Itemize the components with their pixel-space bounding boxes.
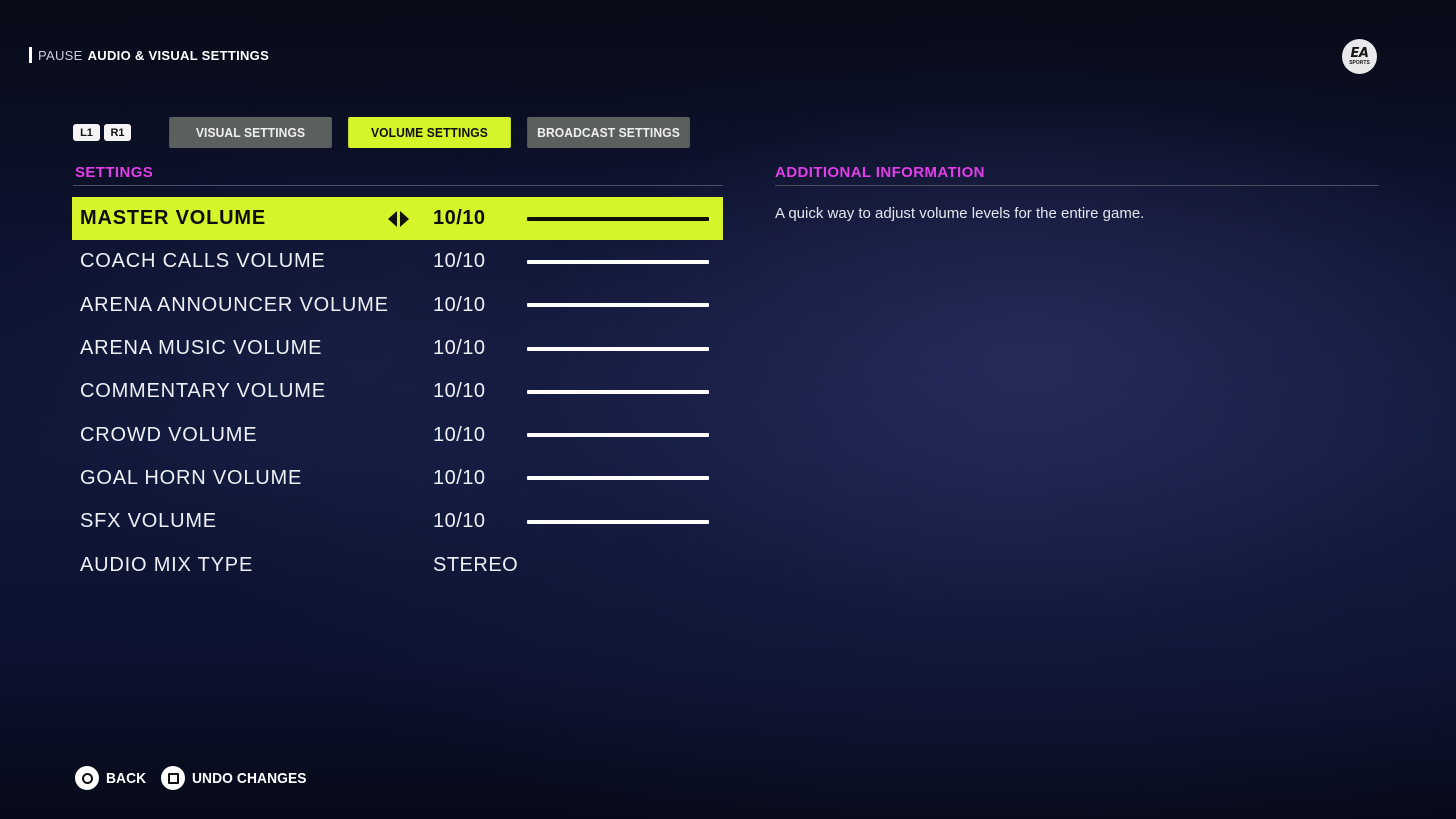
- setting-label: MASTER VOLUME: [80, 207, 266, 230]
- volume-slider[interactable]: [527, 519, 709, 524]
- setting-row-sfx-volume[interactable]: SFX VOLUME 10/10: [72, 500, 723, 543]
- setting-row-crowd-volume[interactable]: CROWD VOLUME 10/10: [72, 413, 723, 456]
- r1-bumper-icon[interactable]: R1: [104, 124, 131, 141]
- setting-label: COACH CALLS VOLUME: [80, 250, 326, 273]
- setting-label: GOAL HORN VOLUME: [80, 466, 303, 489]
- arrow-right-icon[interactable]: [400, 210, 409, 227]
- setting-row-coach-calls-volume[interactable]: COACH CALLS VOLUME 10/10: [72, 240, 723, 283]
- volume-slider[interactable]: [527, 433, 709, 438]
- setting-value: 10/10: [433, 337, 486, 360]
- breadcrumb: PAUSE AUDIO & VISUAL SETTINGS: [29, 46, 269, 64]
- volume-slider[interactable]: [527, 216, 709, 221]
- undo-changes-label: UNDO CHANGES: [192, 769, 307, 787]
- setting-row-arena-announcer-volume[interactable]: ARENA ANNOUNCER VOLUME 10/10: [72, 284, 723, 327]
- slider-fill: [527, 476, 709, 481]
- setting-row-audio-mix-type[interactable]: AUDIO MIX TYPE STEREO: [72, 543, 723, 586]
- undo-changes-button[interactable]: UNDO CHANGES: [161, 766, 317, 790]
- breadcrumb-marker: [29, 47, 32, 63]
- back-label: BACK: [106, 769, 147, 787]
- breadcrumb-parent: PAUSE: [38, 47, 83, 63]
- settings-divider: [73, 185, 723, 186]
- tab-visual-settings[interactable]: VISUAL SETTINGS: [169, 117, 332, 148]
- square-button-icon: [161, 766, 185, 790]
- value-arrows[interactable]: [388, 210, 409, 227]
- arrow-left-icon[interactable]: [388, 210, 397, 227]
- slider-fill: [527, 303, 709, 308]
- setting-label: SFX VOLUME: [80, 510, 217, 533]
- slider-fill: [527, 389, 709, 394]
- setting-value: 10/10: [433, 207, 486, 230]
- setting-label: ARENA ANNOUNCER VOLUME: [80, 293, 389, 316]
- setting-row-goal-horn-volume[interactable]: GOAL HORN VOLUME 10/10: [72, 457, 723, 500]
- slider-fill: [527, 259, 709, 264]
- settings-list: MASTER VOLUME 10/10 COACH CALLS VOLUME 1…: [72, 197, 723, 587]
- settings-header: SETTINGS: [75, 164, 154, 181]
- slider-fill: [527, 346, 709, 351]
- setting-row-arena-music-volume[interactable]: ARENA MUSIC VOLUME 10/10: [72, 327, 723, 370]
- volume-slider[interactable]: [527, 389, 709, 394]
- setting-label: ARENA MUSIC VOLUME: [80, 337, 323, 360]
- additional-info-header: ADDITIONAL INFORMATION: [775, 164, 985, 181]
- setting-value: 10/10: [433, 293, 486, 316]
- setting-value: 10/10: [433, 250, 486, 273]
- tab-broadcast-settings[interactable]: BROADCAST SETTINGS: [527, 117, 690, 148]
- additional-info-text: A quick way to adjust volume levels for …: [775, 205, 1145, 222]
- info-divider: [775, 185, 1379, 186]
- setting-value: 10/10: [433, 380, 486, 403]
- setting-row-master-volume[interactable]: MASTER VOLUME 10/10: [72, 197, 723, 241]
- volume-slider[interactable]: [527, 303, 709, 308]
- setting-value: STEREO: [433, 553, 519, 576]
- slider-fill: [527, 433, 709, 438]
- setting-label: AUDIO MIX TYPE: [80, 553, 254, 576]
- volume-slider[interactable]: [527, 476, 709, 481]
- setting-value: 10/10: [433, 423, 486, 446]
- tab-volume-settings[interactable]: VOLUME SETTINGS: [348, 117, 511, 148]
- slider-fill: [527, 519, 709, 524]
- volume-slider[interactable]: [527, 259, 709, 264]
- slider-fill: [527, 216, 709, 221]
- setting-value: 10/10: [433, 466, 486, 489]
- ea-sports-logo: EA SPORTS: [1342, 39, 1377, 74]
- volume-slider[interactable]: [527, 346, 709, 351]
- setting-label: COMMENTARY VOLUME: [80, 380, 326, 403]
- l1-bumper-icon[interactable]: L1: [73, 124, 100, 141]
- setting-label: CROWD VOLUME: [80, 423, 258, 446]
- setting-row-commentary-volume[interactable]: COMMENTARY VOLUME 10/10: [72, 370, 723, 413]
- page-title: AUDIO & VISUAL SETTINGS: [87, 47, 270, 63]
- setting-value: 10/10: [433, 510, 486, 533]
- logo-text-sports: SPORTS: [1349, 60, 1370, 66]
- back-button[interactable]: BACK: [75, 766, 150, 790]
- circle-button-icon: [75, 766, 99, 790]
- logo-text-ea: EA: [1350, 46, 1369, 61]
